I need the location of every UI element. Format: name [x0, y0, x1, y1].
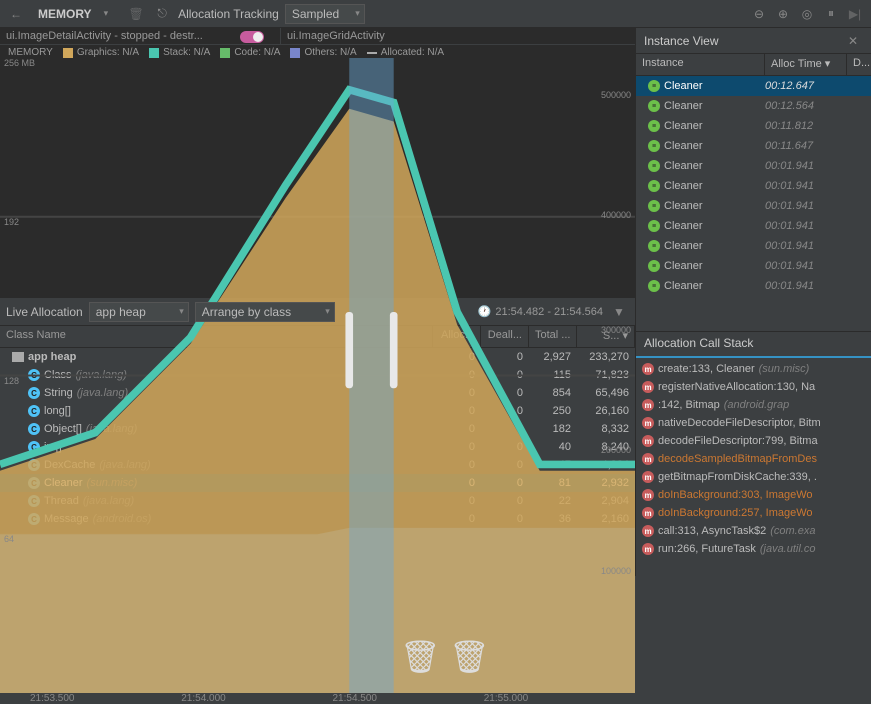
- chart-canvas[interactable]: 256 MB 192 128 64 500000 400000 300000 2…: [0, 58, 635, 693]
- instance-icon: ≡: [648, 220, 660, 232]
- chevron-down-icon[interactable]: ▾: [104, 8, 109, 19]
- list-item[interactable]: mgetBitmapFromDiskCache:339, .: [636, 468, 871, 486]
- list-item[interactable]: mdecodeFileDescriptor:799, Bitma: [636, 432, 871, 450]
- method-icon: m: [642, 453, 654, 465]
- instance-icon: ≡: [648, 260, 660, 272]
- arrange-select[interactable]: Arrange by class: [195, 302, 335, 322]
- method-icon: m: [642, 543, 654, 555]
- list-item[interactable]: m:142, Bitmap (android.grap: [636, 396, 871, 414]
- zoom-reset-icon[interactable]: ◎: [797, 4, 817, 24]
- list-item[interactable]: mregisterNativeAllocation:130, Na: [636, 378, 871, 396]
- instance-icon: ≡: [648, 120, 660, 132]
- activity-label-1: ui.ImageDetailActivity - stopped - destr…: [0, 28, 280, 44]
- instance-icon: ≡: [648, 280, 660, 292]
- memory-chart: ui.ImageDetailActivity - stopped - destr…: [0, 28, 635, 298]
- method-icon: m: [642, 435, 654, 447]
- method-icon: m: [642, 399, 654, 411]
- method-icon: m: [642, 525, 654, 537]
- go-live-icon[interactable]: ▶|: [845, 4, 865, 24]
- list-item[interactable]: ≡Cleaner00:01.941: [636, 196, 871, 216]
- toggle-switch[interactable]: [240, 31, 264, 43]
- trash-icon[interactable]: 🗑: [126, 4, 146, 24]
- allocation-tracking-label: Allocation Tracking: [178, 7, 279, 21]
- callstack-header: Allocation Call Stack: [636, 332, 871, 358]
- list-item[interactable]: mrun:266, FutureTask (java.util.co: [636, 540, 871, 558]
- instance-icon: ≡: [648, 180, 660, 192]
- method-icon: m: [642, 507, 654, 519]
- callstack-list[interactable]: mcreate:133, Cleaner (sun.misc)mregister…: [636, 358, 871, 576]
- list-item[interactable]: mdoInBackground:257, ImageWo: [636, 504, 871, 522]
- method-icon: m: [642, 363, 654, 375]
- instance-list[interactable]: ≡Cleaner00:12.647≡Cleaner00:12.564≡Clean…: [636, 76, 871, 331]
- close-icon[interactable]: ✕: [843, 31, 863, 51]
- list-item[interactable]: ≡Cleaner00:01.941: [636, 236, 871, 256]
- back-icon[interactable]: ←: [6, 4, 26, 24]
- list-item[interactable]: ≡Cleaner00:01.941: [636, 276, 871, 296]
- list-item[interactable]: ≡Cleaner00:11.812: [636, 116, 871, 136]
- method-icon: m: [642, 489, 654, 501]
- list-item[interactable]: mdoInBackground:303, ImageWo: [636, 486, 871, 504]
- instance-icon: ≡: [648, 140, 660, 152]
- list-item[interactable]: ≡Cleaner00:11.647: [636, 136, 871, 156]
- list-item[interactable]: ≡Cleaner00:01.941: [636, 176, 871, 196]
- method-icon: m: [642, 417, 654, 429]
- instance-icon: ≡: [648, 160, 660, 172]
- heap-select[interactable]: app heap: [89, 302, 189, 322]
- list-item[interactable]: mnativeDecodeFileDescriptor, Bitm: [636, 414, 871, 432]
- list-item[interactable]: ≡Cleaner00:01.941: [636, 216, 871, 236]
- method-icon: m: [642, 381, 654, 393]
- list-item[interactable]: mcreate:133, Cleaner (sun.misc): [636, 360, 871, 378]
- tracking-mode-select[interactable]: Sampled: [285, 4, 365, 24]
- svg-text:🗑 🗑: 🗑 🗑: [400, 639, 489, 675]
- list-item[interactable]: ≡Cleaner00:12.647: [636, 76, 871, 96]
- list-item[interactable]: ≡Cleaner00:12.564: [636, 96, 871, 116]
- list-item[interactable]: mcall:313, AsyncTask$2 (com.exa: [636, 522, 871, 540]
- list-item[interactable]: mdecodeSampledBitmapFromDes: [636, 450, 871, 468]
- activity-label-2: ui.ImageGridActivity: [280, 28, 635, 44]
- zoom-in-icon[interactable]: ⊕: [773, 4, 793, 24]
- instance-icon: ≡: [648, 100, 660, 112]
- instance-view-header: Instance View ✕: [636, 28, 871, 54]
- instance-icon: ≡: [648, 200, 660, 212]
- force-gc-icon[interactable]: ⎋: [152, 4, 172, 24]
- main-toolbar: ← MEMORY ▾ 🗑 ⎋ Allocation Tracking Sampl…: [0, 0, 871, 28]
- instance-icon: ≡: [648, 80, 660, 92]
- method-icon: m: [642, 471, 654, 483]
- list-item[interactable]: ≡Cleaner00:01.941: [636, 156, 871, 176]
- chart-legend: MEMORY Graphics: N/A Stack: N/A Code: N/…: [0, 47, 635, 58]
- profiler-title: MEMORY: [32, 7, 98, 21]
- list-item[interactable]: ≡Cleaner00:01.941: [636, 256, 871, 276]
- pause-icon[interactable]: ⏸: [821, 4, 841, 24]
- instance-icon: ≡: [648, 240, 660, 252]
- zoom-out-icon[interactable]: ⊖: [749, 4, 769, 24]
